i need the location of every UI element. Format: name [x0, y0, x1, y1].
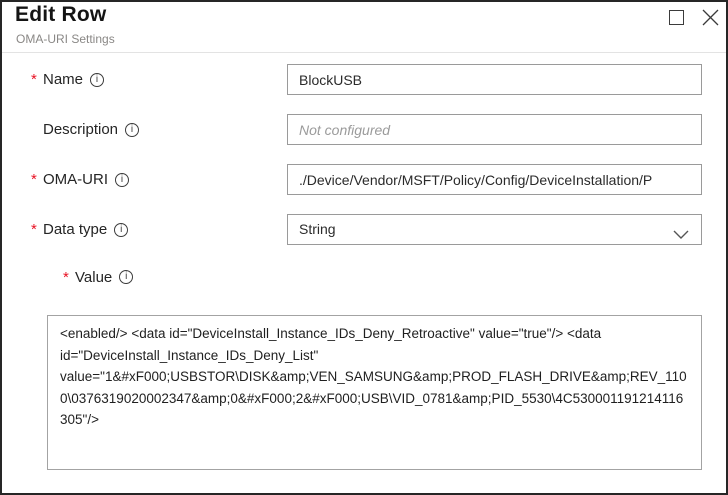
- data-type-selected-value: String: [299, 215, 336, 244]
- data-type-label: * Data type i: [31, 214, 128, 245]
- name-input[interactable]: [287, 64, 702, 95]
- oma-uri-input[interactable]: [287, 164, 702, 195]
- titlebar: Edit Row OMA-URI Settings: [2, 2, 726, 52]
- value-textarea[interactable]: <enabled/> <data id="DeviceInstall_Insta…: [47, 315, 702, 470]
- info-icon[interactable]: i: [114, 223, 128, 237]
- description-label: Description i: [31, 114, 139, 145]
- required-asterisk: *: [63, 269, 75, 286]
- info-icon[interactable]: i: [115, 173, 129, 187]
- description-label-text: Description: [43, 121, 118, 138]
- data-type-select[interactable]: String: [287, 214, 702, 245]
- maximize-icon: [669, 10, 684, 28]
- data-type-label-text: Data type: [43, 221, 107, 238]
- required-asterisk: *: [31, 221, 43, 238]
- close-button[interactable]: [700, 9, 720, 29]
- value-label-text: Value: [75, 269, 112, 286]
- header-divider: [2, 52, 726, 53]
- required-asterisk: *: [31, 71, 43, 88]
- chevron-down-icon: [673, 226, 689, 244]
- info-icon[interactable]: i: [90, 73, 104, 87]
- oma-uri-label-text: OMA-URI: [43, 171, 108, 188]
- info-icon[interactable]: i: [119, 270, 133, 284]
- description-input[interactable]: [287, 114, 702, 145]
- oma-uri-label: * OMA-URI i: [31, 164, 129, 195]
- close-icon: [702, 9, 719, 29]
- value-label: * Value i: [63, 265, 133, 289]
- info-icon[interactable]: i: [125, 123, 139, 137]
- maximize-button[interactable]: [666, 9, 686, 29]
- dialog-subtitle: OMA-URI Settings: [16, 32, 115, 46]
- name-label-text: Name: [43, 71, 83, 88]
- required-asterisk: *: [31, 171, 43, 188]
- edit-row-dialog: Edit Row OMA-URI Settings * Name i Descr…: [0, 0, 728, 495]
- page-title: Edit Row: [15, 3, 106, 27]
- name-label: * Name i: [31, 64, 104, 95]
